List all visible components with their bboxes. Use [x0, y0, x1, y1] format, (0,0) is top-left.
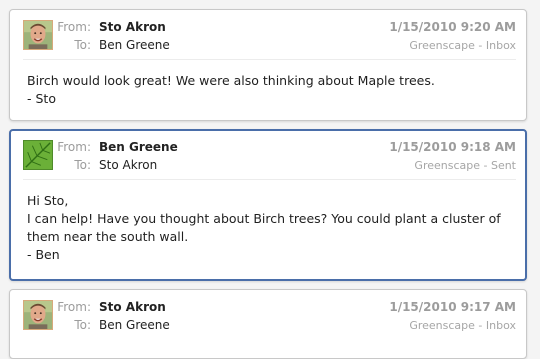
message-body: Birch would look great! We were also thi… — [27, 73, 435, 106]
recipient-name[interactable]: Ben Greene — [99, 38, 170, 52]
from-label: From: — [57, 300, 91, 314]
person-photo-icon — [23, 20, 53, 50]
sender-name[interactable]: Sto Akron — [99, 20, 166, 34]
message-folder: Greenscape - Inbox — [409, 319, 516, 332]
recipient-name[interactable]: Sto Akron — [99, 158, 157, 172]
person-photo-icon — [23, 300, 53, 330]
recipient-name[interactable]: Ben Greene — [99, 318, 170, 332]
from-label: From: — [57, 140, 91, 154]
from-label: From: — [57, 20, 91, 34]
message-card[interactable]: From: Sto Akron To: Ben Greene 1/15/2010… — [9, 289, 527, 359]
message-folder: Greenscape - Inbox — [409, 39, 516, 52]
sender-name[interactable]: Ben Greene — [99, 140, 178, 154]
to-label: To: — [74, 38, 91, 52]
leaf-icon — [23, 140, 53, 170]
message-folder: Greenscape - Sent — [414, 159, 516, 172]
message-card[interactable]: From: Sto Akron To: Ben Greene 1/15/2010… — [9, 9, 527, 121]
header-divider — [23, 59, 516, 60]
message-date: 1/15/2010 9:20 AM — [389, 20, 516, 34]
message-body: Hi Sto, I can help! Have you thought abo… — [27, 193, 501, 262]
message-card-selected[interactable]: From: Ben Greene To: Sto Akron 1/15/2010… — [9, 129, 527, 281]
to-label: To: — [74, 318, 91, 332]
to-label: To: — [74, 158, 91, 172]
message-date: 1/15/2010 9:18 AM — [389, 140, 516, 154]
sender-name[interactable]: Sto Akron — [99, 300, 166, 314]
header-divider — [23, 179, 516, 180]
message-date: 1/15/2010 9:17 AM — [389, 300, 516, 314]
